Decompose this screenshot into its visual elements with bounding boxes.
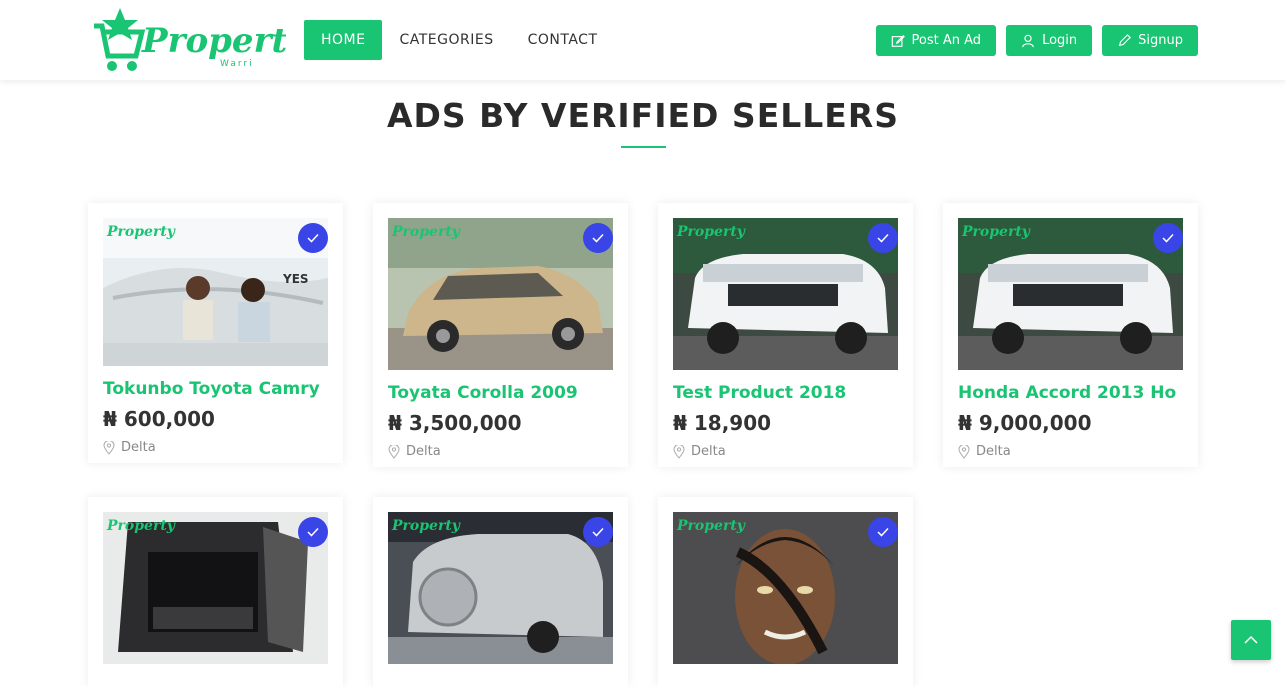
verified-badge — [868, 223, 898, 253]
location-pin-icon — [673, 444, 685, 459]
nav-categories[interactable]: CATEGORIES — [382, 20, 510, 60]
svg-text:Property: Property — [961, 224, 1031, 240]
location-pin-icon — [388, 444, 400, 459]
check-icon — [307, 527, 319, 537]
section-title: ADS BY VERIFIED SELLERS — [386, 96, 900, 135]
post-ad-label: Post An Ad — [911, 33, 982, 48]
listing-title[interactable]: Tokunbo Toyota Camry — [103, 379, 328, 399]
chevron-up-icon — [1244, 635, 1258, 644]
listing-image[interactable]: YES Property — [103, 218, 328, 366]
svg-text:Property: Property — [391, 224, 461, 240]
listing-image[interactable]: Property — [388, 512, 613, 664]
svg-text:Warri: Warri — [220, 59, 254, 69]
listing-price: ₦ 9,000,000 — [958, 411, 1092, 435]
verified-badge — [298, 223, 328, 253]
location-label: Delta — [691, 444, 726, 459]
login-label: Login — [1042, 33, 1078, 48]
svg-text:Property: Property — [106, 518, 176, 534]
nav-home[interactable]: HOME — [304, 20, 383, 60]
pencil-icon — [1118, 33, 1132, 46]
login-button[interactable]: Login — [1006, 25, 1093, 56]
location-label: Delta — [406, 444, 441, 459]
listing-image[interactable]: Property — [388, 218, 613, 370]
scroll-to-top-button[interactable] — [1231, 620, 1271, 660]
top-navbar: Property Warri HOME CATEGORIES CONTACT P… — [0, 0, 1286, 80]
listing-card[interactable]: Property — [658, 497, 913, 687]
check-icon — [592, 233, 604, 243]
listing-location: Delta — [673, 444, 726, 459]
nav-contact[interactable]: CONTACT — [511, 20, 615, 60]
signup-button[interactable]: Signup — [1102, 25, 1198, 56]
user-icon — [1022, 34, 1034, 47]
check-icon — [1162, 233, 1174, 243]
listing-location: Delta — [388, 444, 441, 459]
verified-badge — [583, 517, 613, 547]
listing-card[interactable]: Property Toyata Corolla 2009 ₦ 3,500,000… — [373, 203, 628, 467]
listing-card[interactable]: Property — [373, 497, 628, 687]
listing-title[interactable]: Honda Accord 2013 Ho — [958, 383, 1183, 403]
verified-badge — [868, 517, 898, 547]
location-pin-icon — [958, 444, 970, 459]
section-divider — [621, 146, 666, 148]
listing-card[interactable]: Property Honda Accord 2013 Ho ₦ 9,000,00… — [943, 203, 1198, 467]
listing-card[interactable]: Property Test Product 2018 ₦ 18,900 Delt… — [658, 203, 913, 467]
location-label: Delta — [121, 440, 156, 455]
svg-text:Property: Property — [391, 518, 461, 534]
main-nav: HOME CATEGORIES CONTACT — [304, 20, 615, 60]
listing-title[interactable]: Toyata Corolla 2009 — [388, 383, 613, 403]
listing-image[interactable]: Property — [673, 512, 898, 664]
header-actions: Post An Ad Login Signup — [875, 25, 1198, 56]
listing-image[interactable]: Property — [673, 218, 898, 370]
svg-text:Property: Property — [106, 224, 176, 240]
check-icon — [592, 527, 604, 537]
check-icon — [877, 233, 889, 243]
verified-badge — [298, 517, 328, 547]
svg-text:YES: YES — [282, 272, 309, 286]
listing-title[interactable]: Test Product 2018 — [673, 383, 898, 403]
verified-badge — [1153, 223, 1183, 253]
check-icon — [307, 233, 319, 243]
listing-location: Delta — [103, 440, 156, 455]
listing-price: ₦ 600,000 — [103, 407, 215, 431]
check-icon — [877, 527, 889, 537]
listing-price: ₦ 3,500,000 — [388, 411, 522, 435]
location-pin-icon — [103, 440, 115, 455]
post-ad-button[interactable]: Post An Ad — [875, 25, 997, 56]
listing-card[interactable]: YES Property Tokunbo Toyota Camry ₦ 600,… — [88, 203, 343, 463]
signup-label: Signup — [1138, 33, 1183, 48]
listing-image[interactable]: Property — [103, 512, 328, 664]
listing-image[interactable]: Property — [958, 218, 1183, 370]
listing-card[interactable]: Property — [88, 497, 343, 687]
verified-badge — [583, 223, 613, 253]
listing-location: Delta — [958, 444, 1011, 459]
svg-text:Property: Property — [141, 21, 286, 61]
edit-icon — [891, 34, 905, 47]
svg-text:Property: Property — [676, 224, 746, 240]
location-label: Delta — [976, 444, 1011, 459]
listing-price: ₦ 18,900 — [673, 411, 772, 435]
svg-text:Property: Property — [676, 518, 746, 534]
site-logo[interactable]: Property Warri — [90, 6, 309, 76]
